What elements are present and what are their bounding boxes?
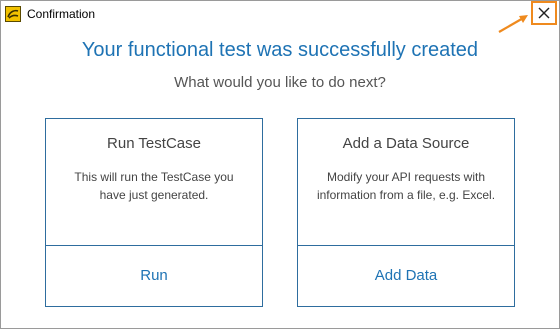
subheadline: What would you like to do next? — [174, 74, 386, 91]
window-title: Confirmation — [27, 7, 96, 21]
card-description-line: This will run the TestCase you — [74, 170, 234, 184]
run-testcase-card: Run TestCase This will run the TestCase … — [45, 118, 263, 307]
card-description-line: have just generated. — [99, 188, 209, 202]
add-data-source-card: Add a Data Source Modify your API reques… — [297, 118, 515, 307]
run-button[interactable]: Run — [46, 246, 262, 306]
card-description-line: Modify your API requests with — [326, 170, 486, 184]
card-title: Run TestCase — [107, 135, 201, 152]
confirmation-dialog: Confirmation Your functional test was su… — [0, 0, 560, 329]
close-icon — [538, 7, 550, 19]
close-button[interactable] — [531, 1, 557, 25]
card-title: Add a Data Source — [342, 135, 470, 152]
card-description: Modify your API requests with informatio… — [298, 168, 514, 204]
title-bar: Confirmation — [1, 1, 559, 33]
add-data-button[interactable]: Add Data — [298, 246, 514, 306]
card-description: This will run the TestCase you have just… — [46, 168, 262, 204]
soapui-icon — [5, 6, 21, 22]
card-description-line: information from a file, e.g. Excel. — [316, 188, 496, 202]
headline: Your functional test was successfully cr… — [81, 39, 479, 61]
arrow-icon — [497, 11, 531, 40]
